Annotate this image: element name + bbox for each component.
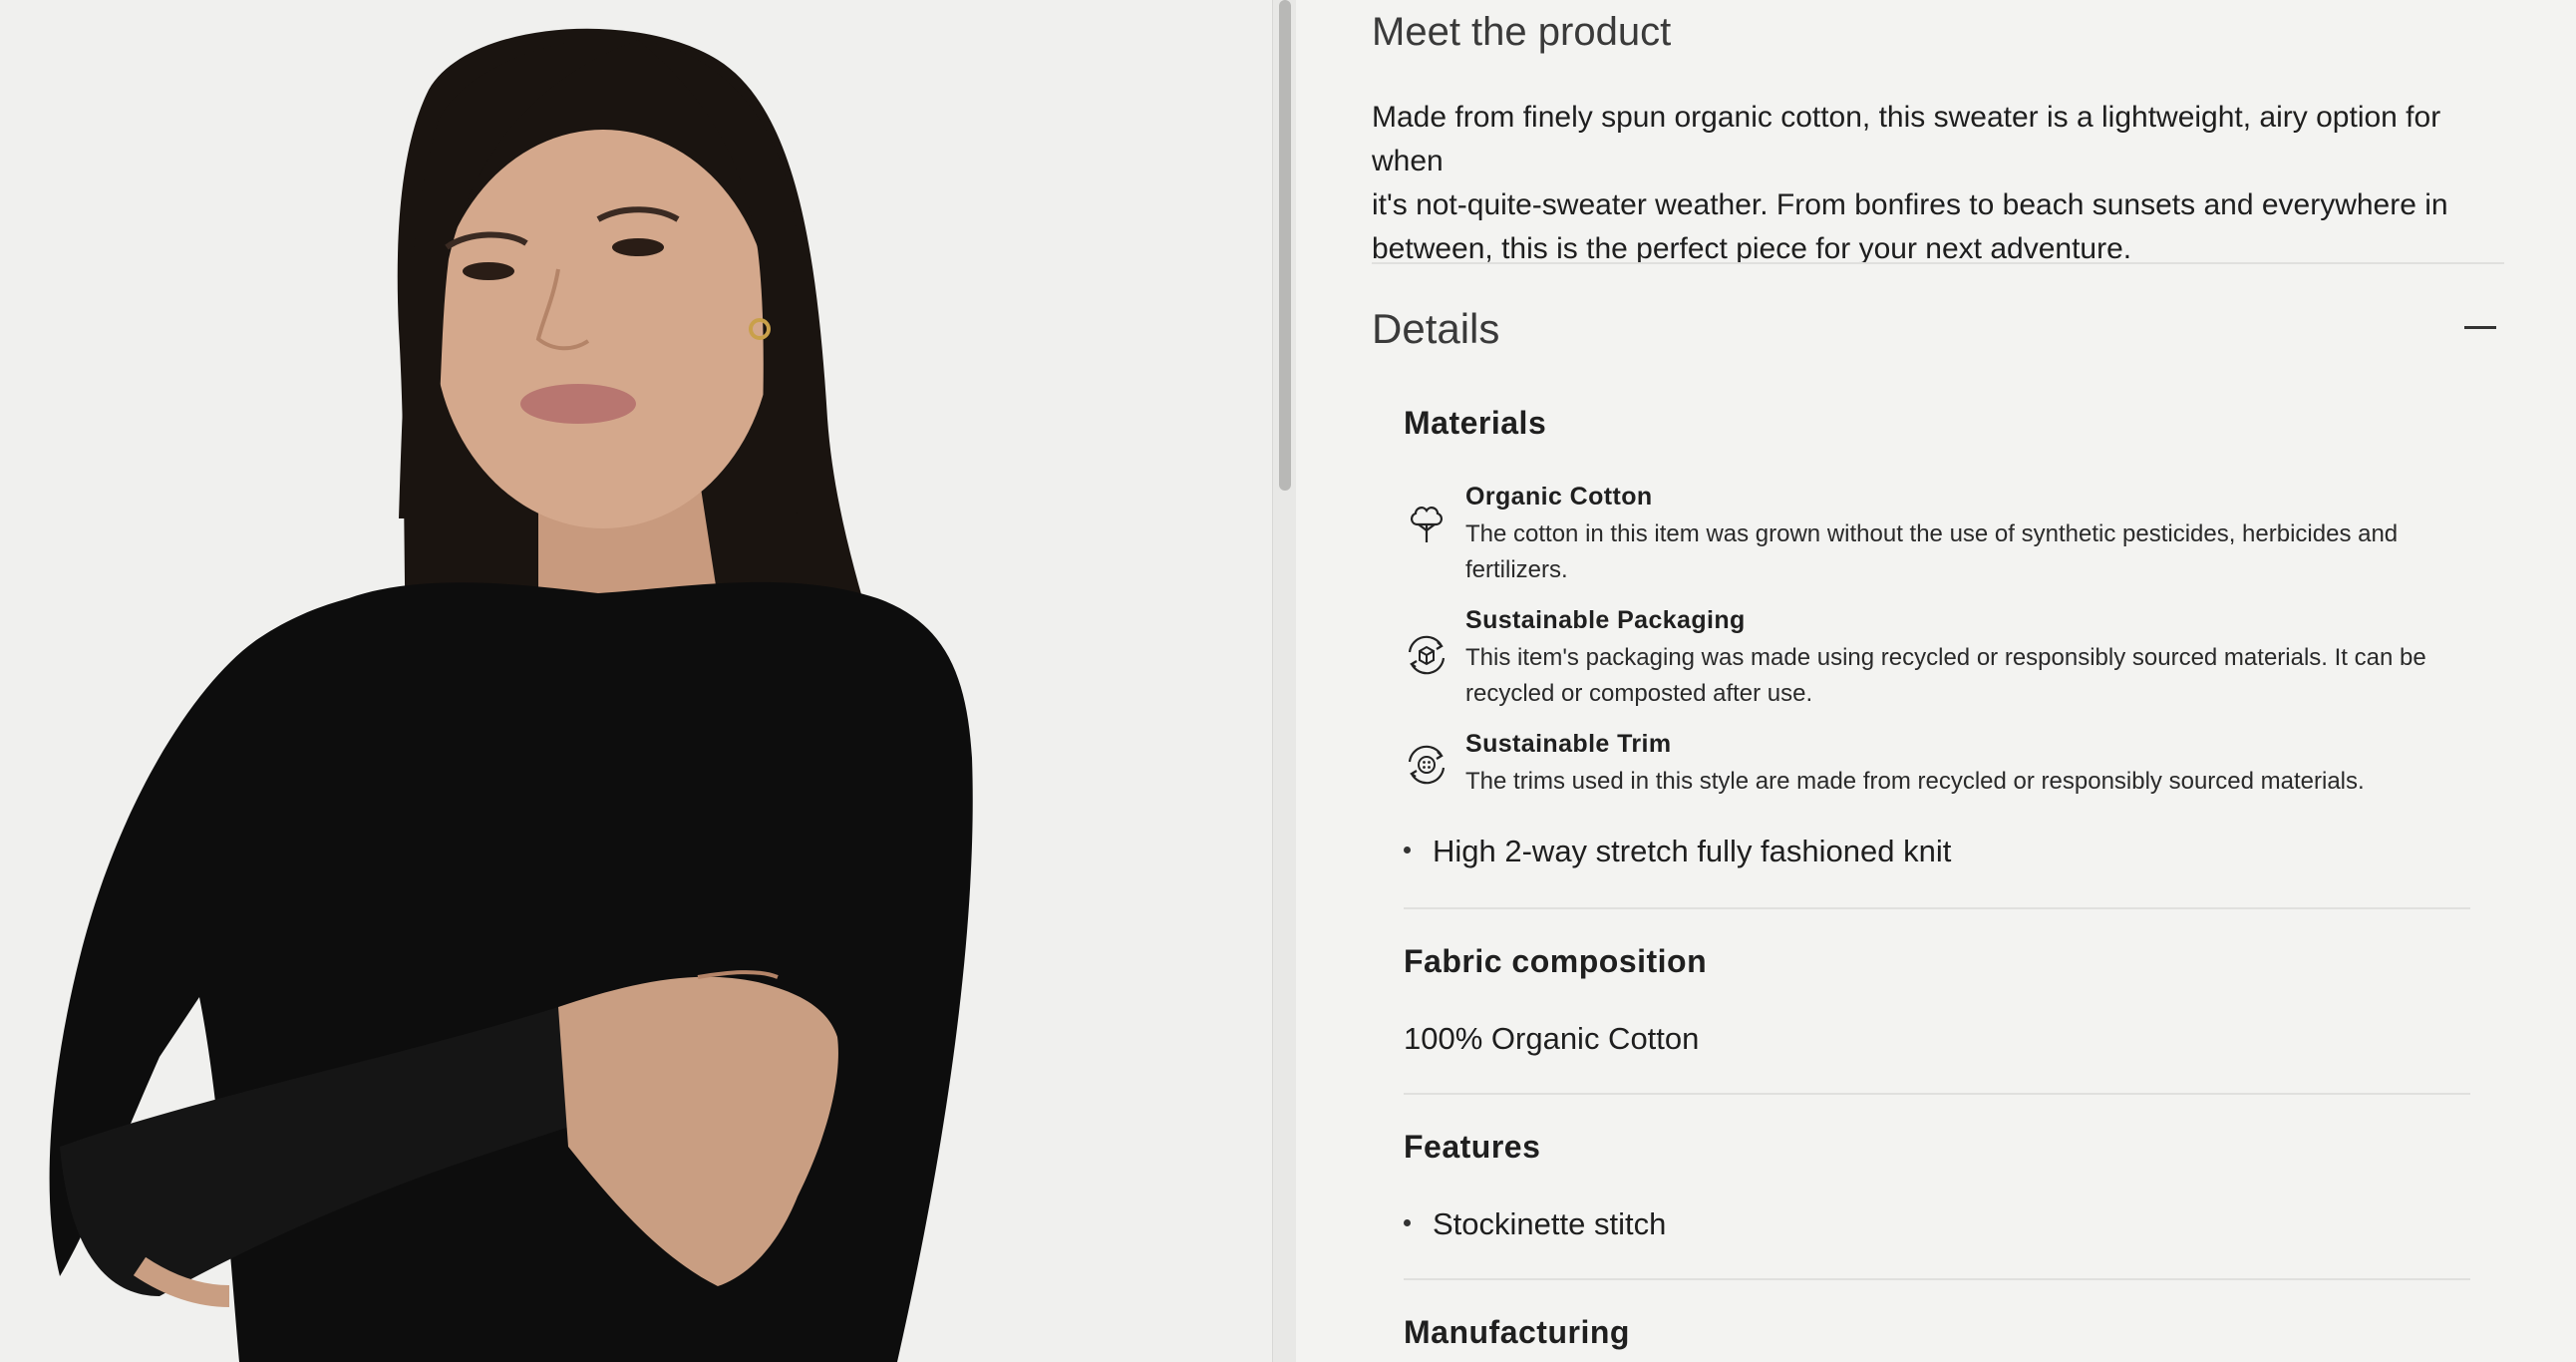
product-details-panel: Meet the product Made from finely spun o… — [1296, 0, 2576, 1362]
material-description: The trims used in this style are made fr… — [1465, 764, 2442, 800]
recycled-box-icon — [1408, 635, 1446, 675]
divider — [1404, 1093, 2470, 1095]
divider — [1404, 907, 2470, 909]
minus-icon[interactable] — [2464, 326, 2496, 329]
material-name: Sustainable Trim — [1465, 730, 1672, 758]
bullet-text: Stockinette stitch — [1433, 1206, 1667, 1241]
features-heading: Features — [1404, 1129, 1541, 1165]
fabric-composition-heading: Fabric composition — [1404, 943, 1708, 979]
description-line: it's not-quite-sweater weather. From bon… — [1372, 188, 2448, 221]
fabric-composition-value: 100% Organic Cotton — [1404, 1021, 1700, 1056]
material-item: Organic Cotton The cotton in this item w… — [1404, 483, 2460, 592]
material-item: Sustainable Packaging This item's packag… — [1404, 606, 2460, 716]
bullet-text: High 2-way stretch fully fashioned knit — [1433, 834, 1952, 868]
material-description-line: recycled or composted after use. — [1465, 680, 1813, 707]
scrollbar[interactable] — [1272, 0, 1297, 1362]
description-line: between, this is the perfect piece for y… — [1372, 232, 2132, 265]
product-photo — [0, 0, 1272, 1362]
material-name: Organic Cotton — [1465, 483, 1653, 511]
divider — [1372, 262, 2504, 264]
material-name: Sustainable Packaging — [1465, 606, 1746, 634]
material-item: Sustainable Trim The trims used in this … — [1404, 730, 2460, 810]
recycled-button-icon — [1408, 745, 1446, 785]
material-description-line: fertilizers. — [1465, 556, 1568, 583]
cotton-plant-icon — [1411, 507, 1443, 542]
material-description-line: The trims used in this style are made fr… — [1465, 768, 2365, 795]
manufacturing-heading: Manufacturing — [1404, 1314, 1630, 1350]
bullet-dot — [1404, 847, 1411, 854]
bullet-dot — [1404, 1219, 1411, 1227]
list-item: Stockinette stitch — [1404, 1206, 1666, 1242]
product-image[interactable] — [0, 0, 1272, 1362]
material-description: This item's packaging was made using rec… — [1465, 640, 2442, 712]
material-description-line: The cotton in this item was grown withou… — [1465, 520, 2399, 547]
scrollbar-thumb[interactable] — [1279, 0, 1291, 491]
materials-heading: Materials — [1404, 405, 1547, 441]
material-description-line: This item's packaging was made using rec… — [1465, 644, 2426, 671]
divider — [1404, 1278, 2470, 1280]
meet-the-product-title: Meet the product — [1372, 10, 1672, 54]
product-description: Made from finely spun organic cotton, th… — [1372, 96, 2518, 271]
material-description: The cotton in this item was grown withou… — [1465, 516, 2442, 588]
details-accordion-title[interactable]: Details — [1372, 305, 1499, 353]
description-line: Made from finely spun organic cotton, th… — [1372, 101, 2441, 177]
list-item: High 2-way stretch fully fashioned knit — [1404, 834, 1951, 869]
